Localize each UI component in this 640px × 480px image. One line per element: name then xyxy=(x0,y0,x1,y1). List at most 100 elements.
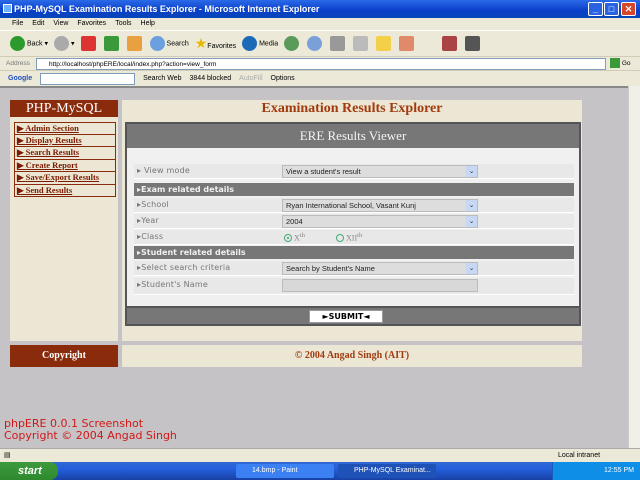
maximize-button[interactable]: □ xyxy=(604,2,619,16)
refresh-icon[interactable] xyxy=(103,36,119,51)
exam-section-header: ▸Exam related details xyxy=(134,183,574,196)
form-actions: ►SUBMIT◄ xyxy=(127,306,579,324)
star-icon: ★ xyxy=(194,35,208,51)
class-x-radio[interactable]: Xth xyxy=(284,232,305,243)
ie-icon xyxy=(3,4,12,13)
search-web-button[interactable]: Search Web xyxy=(143,71,181,87)
chevron-down-icon: ⌄ xyxy=(466,166,477,177)
search-criteria-select[interactable]: Search by Student's Name ⌄ xyxy=(282,262,478,275)
standard-toolbar: Back ▾ ▾ Search ★Favorites Media xyxy=(0,30,640,56)
print-icon[interactable] xyxy=(330,36,346,51)
results-viewer-form: ERE Results Viewer ▸ View mode View a st… xyxy=(125,122,581,326)
submit-button[interactable]: ►SUBMIT◄ xyxy=(309,310,383,323)
media-icon xyxy=(242,36,258,51)
research-icon[interactable] xyxy=(442,36,458,51)
back-arrow-icon xyxy=(10,36,25,51)
year-label: Year xyxy=(141,216,159,225)
forward-arrow-icon xyxy=(54,36,70,51)
title-bar: PHP-MySQL Examination Results Explorer -… xyxy=(0,0,640,18)
radio-selected-icon xyxy=(284,233,292,242)
chevron-down-icon: ⌄ xyxy=(466,263,477,274)
view-mode-label: View mode xyxy=(143,166,190,175)
nav-save-export-results[interactable]: ▶ Save/Export Results xyxy=(14,172,116,185)
menu-help[interactable]: Help xyxy=(141,18,155,29)
edit-icon[interactable] xyxy=(353,36,369,51)
search-button[interactable]: Search xyxy=(149,36,189,51)
menu-tools[interactable]: Tools xyxy=(115,18,131,29)
status-bar: ▤ Local intranet xyxy=(0,448,640,462)
go-arrow-icon xyxy=(610,58,620,69)
go-button[interactable]: Go xyxy=(610,57,630,71)
media-button[interactable]: Media xyxy=(242,36,278,51)
task-paint[interactable]: 14.bmp - Paint xyxy=(236,464,334,478)
address-input[interactable]: http://localhost/phpERE/local/index.php?… xyxy=(36,58,606,70)
start-button[interactable]: start xyxy=(0,462,58,480)
nav-display-results[interactable]: ▶ Display Results xyxy=(14,134,116,147)
tool-icon[interactable] xyxy=(465,36,481,51)
year-row: ▸Year 2004 ⌄ xyxy=(134,214,574,229)
menu-favorites[interactable]: Favorites xyxy=(77,18,106,29)
brand-header: PHP-MySQL xyxy=(10,100,118,117)
forward-button[interactable]: ▾ xyxy=(54,36,75,51)
system-tray: 12:55 PM xyxy=(552,462,640,480)
class-label: Class xyxy=(141,232,164,241)
school-select[interactable]: Ryan International School, Vasant Kunj ⌄ xyxy=(282,199,478,212)
nav-create-report[interactable]: ▶ Create Report xyxy=(14,159,116,172)
criteria-row: ▸Select search criteria Search by Studen… xyxy=(134,261,574,276)
class-row: ▸Class Xth XIIth xyxy=(134,230,574,245)
home-icon[interactable] xyxy=(126,36,142,51)
school-row: ▸School Ryan International School, Vasan… xyxy=(134,198,574,213)
menu-view[interactable]: View xyxy=(53,18,68,29)
mail-icon[interactable] xyxy=(307,36,323,51)
vertical-scrollbar[interactable] xyxy=(628,86,640,448)
menu-edit[interactable]: Edit xyxy=(32,18,44,29)
google-logo[interactable]: Google xyxy=(8,71,32,87)
criteria-label: Select search criteria xyxy=(141,263,231,272)
sidebar-nav: ▶ Admin Section ▶ Display Results ▶ Sear… xyxy=(14,122,116,197)
nav-search-results[interactable]: ▶ Search Results xyxy=(14,147,116,160)
panel-title: ERE Results Viewer xyxy=(127,124,579,148)
options-button[interactable]: Options xyxy=(271,71,295,87)
notes-icon[interactable] xyxy=(376,36,392,51)
back-button[interactable]: Back ▾ xyxy=(10,36,48,51)
class-xii-radio[interactable]: XIIth xyxy=(336,232,362,243)
school-label: School xyxy=(141,200,169,209)
close-button[interactable]: ✕ xyxy=(621,2,636,16)
student-name-row: ▸Student's Name xyxy=(134,278,574,295)
screenshot-caption: phpERE 0.0.1 Screenshot Copyright © 2004… xyxy=(4,417,177,442)
radio-icon xyxy=(336,233,344,242)
student-name-input[interactable] xyxy=(282,279,478,292)
autofill-button[interactable]: AutoFill xyxy=(239,71,262,87)
chevron-down-icon: ⌄ xyxy=(466,200,477,211)
task-ie[interactable]: PHP-MySQL Examinat... xyxy=(338,464,436,478)
taskbar: start 14.bmp - Paint PHP-MySQL Examinat.… xyxy=(0,462,640,480)
chevron-down-icon: ⌄ xyxy=(466,216,477,227)
popup-blocked-counter[interactable]: 3844 blocked xyxy=(190,71,232,87)
nav-send-results[interactable]: ▶ Send Results xyxy=(14,184,116,197)
student-name-label: Student's Name xyxy=(141,280,209,289)
menu-bar: File Edit View Favorites Tools Help xyxy=(0,18,640,29)
footer-copyright-label: Copyright xyxy=(10,345,118,367)
minimize-button[interactable]: _ xyxy=(588,2,603,16)
history-icon[interactable] xyxy=(284,36,300,51)
year-select[interactable]: 2004 ⌄ xyxy=(282,215,478,228)
student-section-header: ▸Student related details xyxy=(134,246,574,259)
stop-icon[interactable] xyxy=(80,36,96,51)
address-label: Address xyxy=(6,60,30,67)
page-icon: ▤ xyxy=(4,452,11,459)
page-title: Examination Results Explorer xyxy=(122,100,582,117)
window-title: PHP-MySQL Examination Results Explorer -… xyxy=(14,4,320,14)
view-mode-row: ▸ View mode View a student's result ⌄ xyxy=(134,164,574,179)
google-search-input[interactable] xyxy=(40,72,136,85)
nav-admin-section[interactable]: ▶ Admin Section xyxy=(14,122,116,135)
address-bar: Address http://localhost/phpERE/local/in… xyxy=(0,56,640,70)
messenger-icon[interactable] xyxy=(399,36,415,51)
clock: 12:55 PM xyxy=(604,467,634,474)
zone-label: Local intranet xyxy=(558,452,601,459)
menu-file[interactable]: File xyxy=(12,18,23,29)
footer-credits: © 2004 Angad Singh (AIT) xyxy=(122,345,582,367)
author-link[interactable]: Angad Singh xyxy=(327,350,382,361)
favorites-button[interactable]: ★Favorites xyxy=(195,35,236,52)
google-toolbar: Google Search Web 3844 blocked AutoFill … xyxy=(0,70,640,86)
view-mode-select[interactable]: View a student's result ⌄ xyxy=(282,165,478,178)
